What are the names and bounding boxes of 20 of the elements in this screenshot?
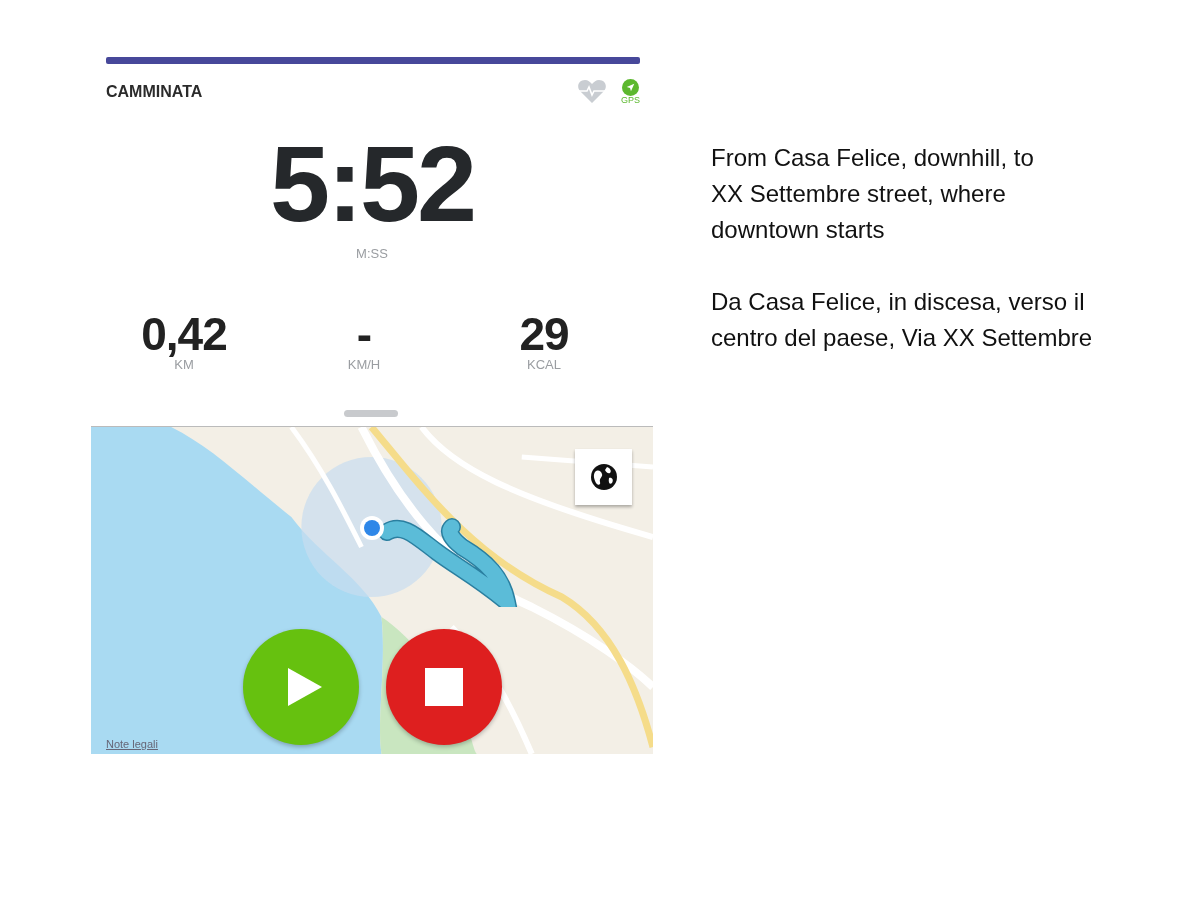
stat-value: 0,42 xyxy=(141,311,227,357)
play-icon xyxy=(288,668,322,706)
map-layers-button[interactable] xyxy=(575,449,632,505)
elapsed-time: 5:52 xyxy=(269,130,475,238)
time-unit: M:SS xyxy=(356,246,388,261)
caption-text: From Casa Felice, downhill, to XX Settembre street, where downtown starts xyxy=(711,143,1035,245)
stat-unit: KM/H xyxy=(347,357,381,372)
location-marker xyxy=(359,515,385,541)
stop-icon xyxy=(425,668,463,706)
globe-icon xyxy=(589,463,618,491)
gps-indicator: GPS xyxy=(621,79,640,105)
stat-value: - xyxy=(356,311,372,357)
activity-title: CAMMINATA xyxy=(106,83,203,101)
stat-value: 29 xyxy=(519,311,569,357)
caption-text: Da Casa Felice, in discesa, verso il centro del paese, Via XX Settembre xyxy=(711,287,1094,353)
stat-unit: KM xyxy=(174,357,194,372)
drag-handle[interactable] xyxy=(344,410,398,417)
heart-rate-icon xyxy=(577,80,607,104)
legal-notes-link[interactable]: Note legali xyxy=(106,738,158,750)
stat-unit: KCAL xyxy=(527,357,561,372)
